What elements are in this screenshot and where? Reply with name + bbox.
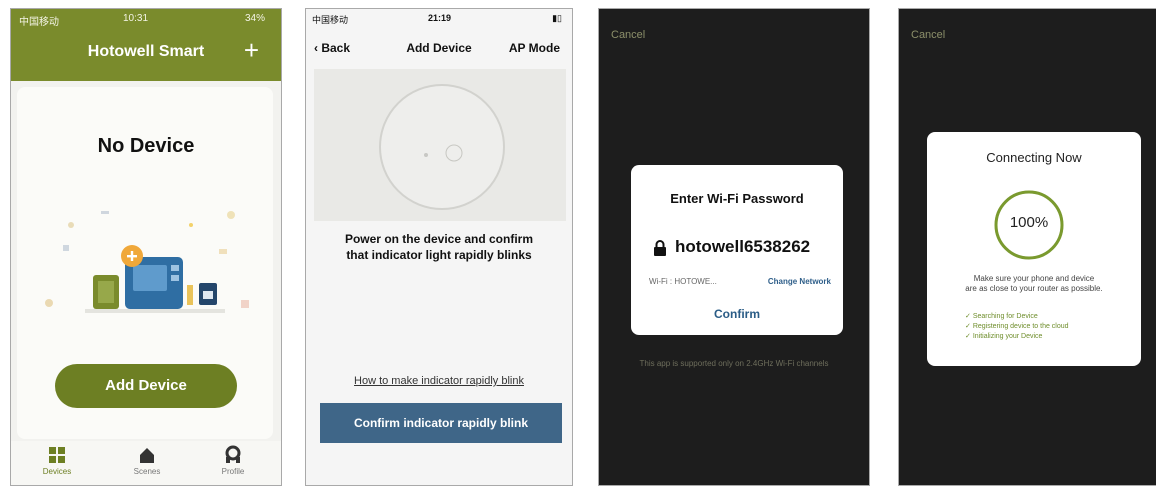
instruction-line-1: Power on the device and confirm [344,232,534,246]
lock-icon [654,240,666,256]
add-device-button[interactable]: Add Device [55,364,237,408]
wifi-band-note: This app is supported only on 2.4GHz Wi-… [639,359,829,368]
device-photo [314,69,566,221]
dialog-title: Connecting Now [986,150,1082,165]
add-device-screen: 中国移动 21:19 ▮▯ ‹ Back Add Device AP Mode … [305,8,573,486]
carrier-label: 中国移动 [312,15,349,25]
app-header: Hotowell Smart + [11,29,281,81]
battery-label: 34% [244,13,265,24]
help-link[interactable]: How to make indicator rapidly blink [306,375,572,387]
chevron-left-icon: ‹ [314,41,318,55]
back-label: Back [321,41,351,55]
tab-bar: Devices Scenes Profile [11,441,281,485]
step-item: ✓ Searching for Device [965,312,1069,322]
back-button[interactable]: ‹ Back [314,41,350,55]
grid-icon [49,447,65,463]
empty-state-text: No Device [97,135,195,157]
tab-label: Profile [221,467,245,476]
network-row: Wi-Fi : HOTOWE... Change Network [649,277,831,286]
plus-icon[interactable]: + [244,35,259,66]
cancel-button[interactable]: Cancel [911,29,945,41]
tab-label: Scenes [133,467,161,476]
confirm-blink-button[interactable]: Confirm indicator rapidly blink [320,403,562,443]
instruction-line-2: that indicator light rapidly blinks [346,248,532,262]
connecting-screen: Cancel Connecting Now 100% Make sure you… [898,8,1156,486]
person-icon [225,445,241,463]
tab-label: Devices [42,467,72,476]
step-item: ✓ Initializing your Device [965,332,1069,342]
check-icon: ✓ [965,333,973,340]
hint-line-2: are as close to your router as possible. [965,284,1103,293]
tab-devices[interactable]: Devices [27,445,87,476]
home-icon [140,448,154,463]
tab-scenes[interactable]: Scenes [117,445,177,476]
clock: 21:19 [428,13,452,23]
wifi-password-dialog: Enter Wi-Fi Password hotowell6538262 Wi-… [631,165,843,335]
nav-bar: ‹ Back Add Device AP Mode [306,33,572,63]
progress-steps: ✓ Searching for Device ✓ Registering dev… [965,312,1069,342]
dialog-title: Enter Wi-Fi Password [670,191,804,206]
status-bar: 中国移动 10:31 34% [11,9,281,29]
check-icon: ✓ [965,313,973,320]
step-item: ✓ Registering device to the cloud [965,322,1069,332]
carrier-label: 中国移动 [19,17,59,28]
check-icon: ✓ [965,323,973,330]
confirm-button[interactable]: Confirm [631,307,843,321]
cancel-button[interactable]: Cancel [611,29,645,41]
tab-profile[interactable]: Profile [203,445,263,476]
wifi-name: Wi-Fi : HOTOWE... [649,277,717,286]
password-value: hotowell6538262 [675,237,811,256]
change-network-link[interactable]: Change Network [768,277,831,286]
progress-percent: 100% [1009,214,1049,231]
home-screen: 中国移动 10:31 34% Hotowell Smart + No Devic… [10,8,282,486]
step-label: Initializing your Device [972,333,1043,340]
step-label: Searching for Device [972,313,1038,320]
password-field[interactable]: hotowell6538262 [653,237,833,259]
step-label: Registering device to the cloud [972,323,1069,330]
instruction-text: Power on the device and confirm that ind… [326,231,552,263]
empty-devices-illustration [45,211,249,313]
proximity-hint: Make sure your phone and device are as c… [933,274,1135,294]
battery-icon: ▮▯ [552,13,562,23]
status-bar: 中国移动 21:19 ▮▯ [306,9,572,29]
app-title: Hotowell Smart [87,43,205,60]
clock: 10:31 [123,13,149,24]
connecting-dialog: Connecting Now 100% Make sure your phone… [927,132,1141,366]
wifi-password-screen: Cancel Enter Wi-Fi Password hotowell6538… [598,8,870,486]
hint-line-1: Make sure your phone and device [973,274,1095,283]
device-image [379,84,505,210]
ap-mode-button[interactable]: AP Mode [509,41,560,55]
